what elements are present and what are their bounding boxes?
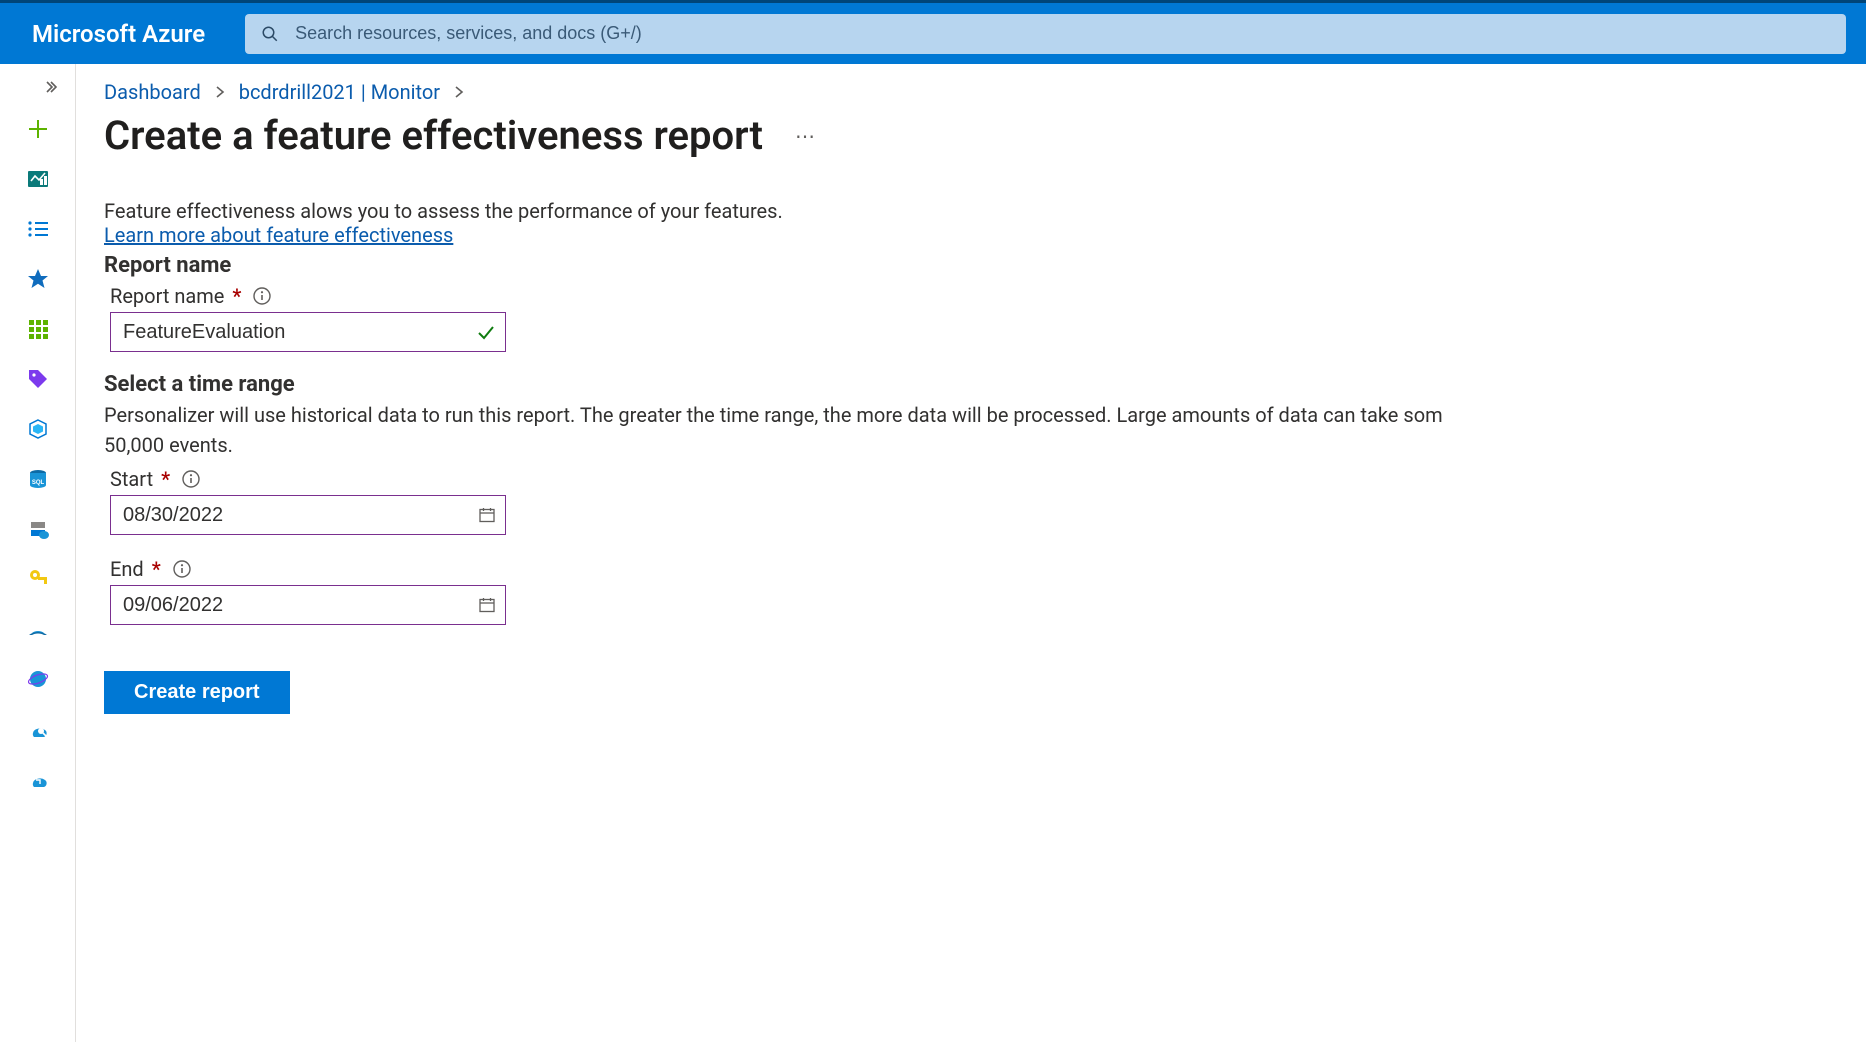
cosmos-db-icon (26, 667, 50, 691)
nav-favorites[interactable] (0, 254, 75, 304)
report-name-input[interactable] (110, 312, 506, 352)
azure-top-header: Microsoft Azure (0, 0, 1866, 64)
nav-azure-monitor[interactable] (0, 704, 75, 754)
cloud-sync-icon (26, 767, 50, 791)
nav-azure-arc[interactable] (0, 604, 75, 654)
shell: SQL (0, 64, 1866, 1042)
nav-all-resources[interactable] (0, 304, 75, 354)
nav-all-services[interactable] (0, 204, 75, 254)
calendar-icon[interactable] (478, 596, 496, 614)
chevron-right-icon (454, 80, 464, 104)
report-name-input-wrap (110, 312, 506, 352)
global-search[interactable] (245, 14, 1846, 54)
more-actions-button[interactable]: ⋯ (795, 124, 816, 148)
info-icon[interactable] (173, 560, 191, 578)
time-range-desc-line1: Personalizer will use historical data to… (104, 403, 1866, 427)
validation-check-icon (476, 322, 496, 342)
all-resources-grid-icon (26, 317, 50, 341)
brand-label: Microsoft Azure (32, 20, 205, 48)
nav-sql-databases[interactable]: SQL (0, 454, 75, 504)
section-heading-report-name: Report name (104, 253, 1866, 278)
dashboard-icon (26, 167, 50, 191)
page-title: Create a feature effectiveness report (104, 112, 763, 159)
nav-cosmos-db[interactable] (0, 654, 75, 704)
learn-more-link[interactable]: Learn more about feature effectiveness (104, 223, 453, 247)
info-icon[interactable] (253, 287, 271, 305)
start-label-row: Start * (110, 467, 1866, 491)
end-label-row: End * (110, 557, 1866, 581)
main-content: Dashboard bcdrdrill2021 | Monitor Create… (76, 64, 1866, 1042)
expand-nav-button[interactable] (0, 70, 75, 104)
end-date-input-wrap (110, 585, 506, 625)
create-report-button[interactable]: Create report (104, 671, 290, 714)
nav-cloud-sync[interactable] (0, 754, 75, 804)
chevron-right-icon (215, 80, 225, 104)
intro-text: Feature effectiveness alows you to asses… (104, 199, 1866, 223)
all-services-list-icon (26, 217, 50, 241)
nav-tags[interactable] (0, 354, 75, 404)
search-icon (261, 25, 279, 43)
time-range-desc-line2: 50,000 events. (104, 433, 1866, 457)
breadcrumb-resource[interactable]: bcdrdrill2021 | Monitor (239, 80, 440, 104)
resource-groups-icon (26, 417, 50, 441)
key-vaults-icon (26, 567, 50, 591)
left-nav-rail: SQL (0, 64, 76, 1042)
chevron-expand-icon (43, 79, 59, 95)
nav-create-resource[interactable] (0, 104, 75, 154)
breadcrumb: Dashboard bcdrdrill2021 | Monitor (104, 80, 1866, 104)
start-date-input-wrap (110, 495, 506, 535)
calendar-icon[interactable] (478, 506, 496, 524)
report-name-label-row: Report name * (110, 284, 1866, 308)
nav-key-vaults[interactable] (0, 554, 75, 604)
search-input[interactable] (293, 22, 1830, 45)
sql-servers-icon (26, 517, 50, 541)
tags-icon (26, 367, 50, 391)
nav-resource-groups[interactable] (0, 404, 75, 454)
azure-monitor-icon (26, 717, 50, 741)
start-label: Start (110, 467, 153, 491)
report-name-label: Report name (110, 284, 224, 308)
start-date-input[interactable] (110, 495, 506, 535)
required-asterisk: * (232, 284, 241, 308)
svg-text:SQL: SQL (31, 480, 44, 486)
create-resource-icon (26, 117, 50, 141)
favorites-star-icon (26, 267, 50, 291)
end-label: End (110, 557, 144, 581)
required-asterisk: * (161, 467, 170, 491)
sql-databases-icon: SQL (26, 467, 50, 491)
page-title-row: Create a feature effectiveness report ⋯ (104, 112, 1866, 159)
info-icon[interactable] (182, 470, 200, 488)
azure-arc-icon (26, 617, 50, 641)
nav-sql-servers[interactable] (0, 504, 75, 554)
breadcrumb-dashboard[interactable]: Dashboard (104, 80, 201, 104)
section-heading-time-range: Select a time range (104, 372, 1866, 397)
required-asterisk: * (152, 557, 161, 581)
nav-dashboard[interactable] (0, 154, 75, 204)
end-date-input[interactable] (110, 585, 506, 625)
